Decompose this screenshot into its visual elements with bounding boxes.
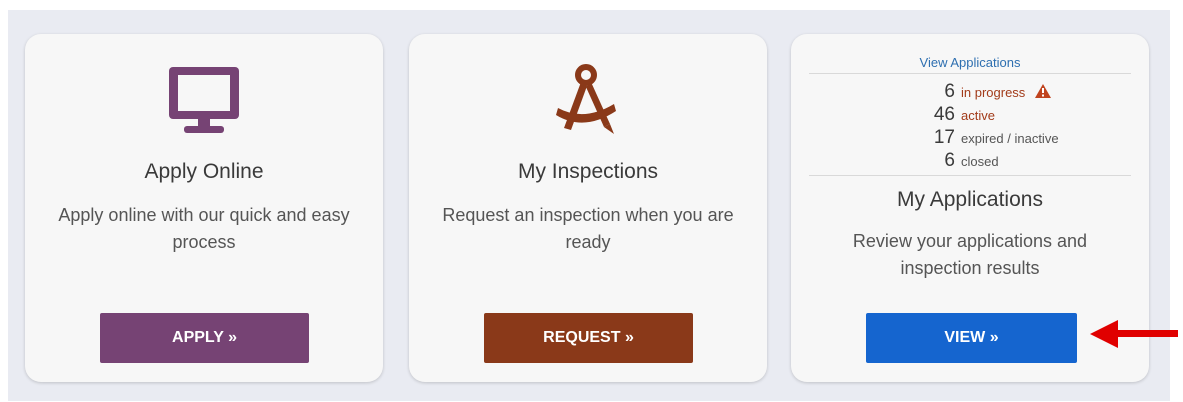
stat-count: 17 <box>933 127 955 148</box>
compass-drafting-icon <box>409 62 767 138</box>
monitor-icon <box>25 62 383 138</box>
stat-count: 6 <box>944 81 955 102</box>
stat-label: active <box>961 108 995 123</box>
card-title: Apply Online <box>144 160 264 183</box>
card-title: My Applications <box>897 188 1043 211</box>
card-description: Review your applications and inspection … <box>852 231 1088 278</box>
cards-panel: Apply Online Apply online with our quick… <box>8 10 1170 401</box>
warning-icon <box>1035 84 1052 98</box>
my-inspections-card: My Inspections Request an inspection whe… <box>409 34 767 382</box>
stat-in-progress[interactable]: 6 in progress <box>809 81 1052 103</box>
card-description: Request an inspection when you are ready <box>442 205 734 252</box>
apply-online-card: Apply Online Apply online with our quick… <box>25 34 383 382</box>
stat-count: 46 <box>933 104 955 125</box>
stat-label: in progress <box>961 85 1026 100</box>
stat-expired-inactive[interactable]: 17 expired / inactive <box>809 127 1059 149</box>
view-applications-link[interactable]: View Applications <box>809 55 1131 74</box>
stat-closed[interactable]: 6 closed <box>809 150 999 172</box>
stat-label: closed <box>961 154 999 169</box>
card-description: Apply online with our quick and easy pro… <box>58 205 350 252</box>
stat-count: 6 <box>944 150 955 171</box>
view-button[interactable]: VIEW » <box>866 313 1077 363</box>
stat-label: expired / inactive <box>961 131 1059 146</box>
request-button[interactable]: REQUEST » <box>484 313 693 363</box>
stat-active[interactable]: 46 active <box>809 104 995 126</box>
application-stats: 6 in progress 46 active 17 expired / ina… <box>809 79 1131 176</box>
card-title: My Inspections <box>517 160 659 183</box>
red-arrow-pointer-icon <box>1090 319 1178 349</box>
apply-button[interactable]: APPLY » <box>100 313 309 363</box>
